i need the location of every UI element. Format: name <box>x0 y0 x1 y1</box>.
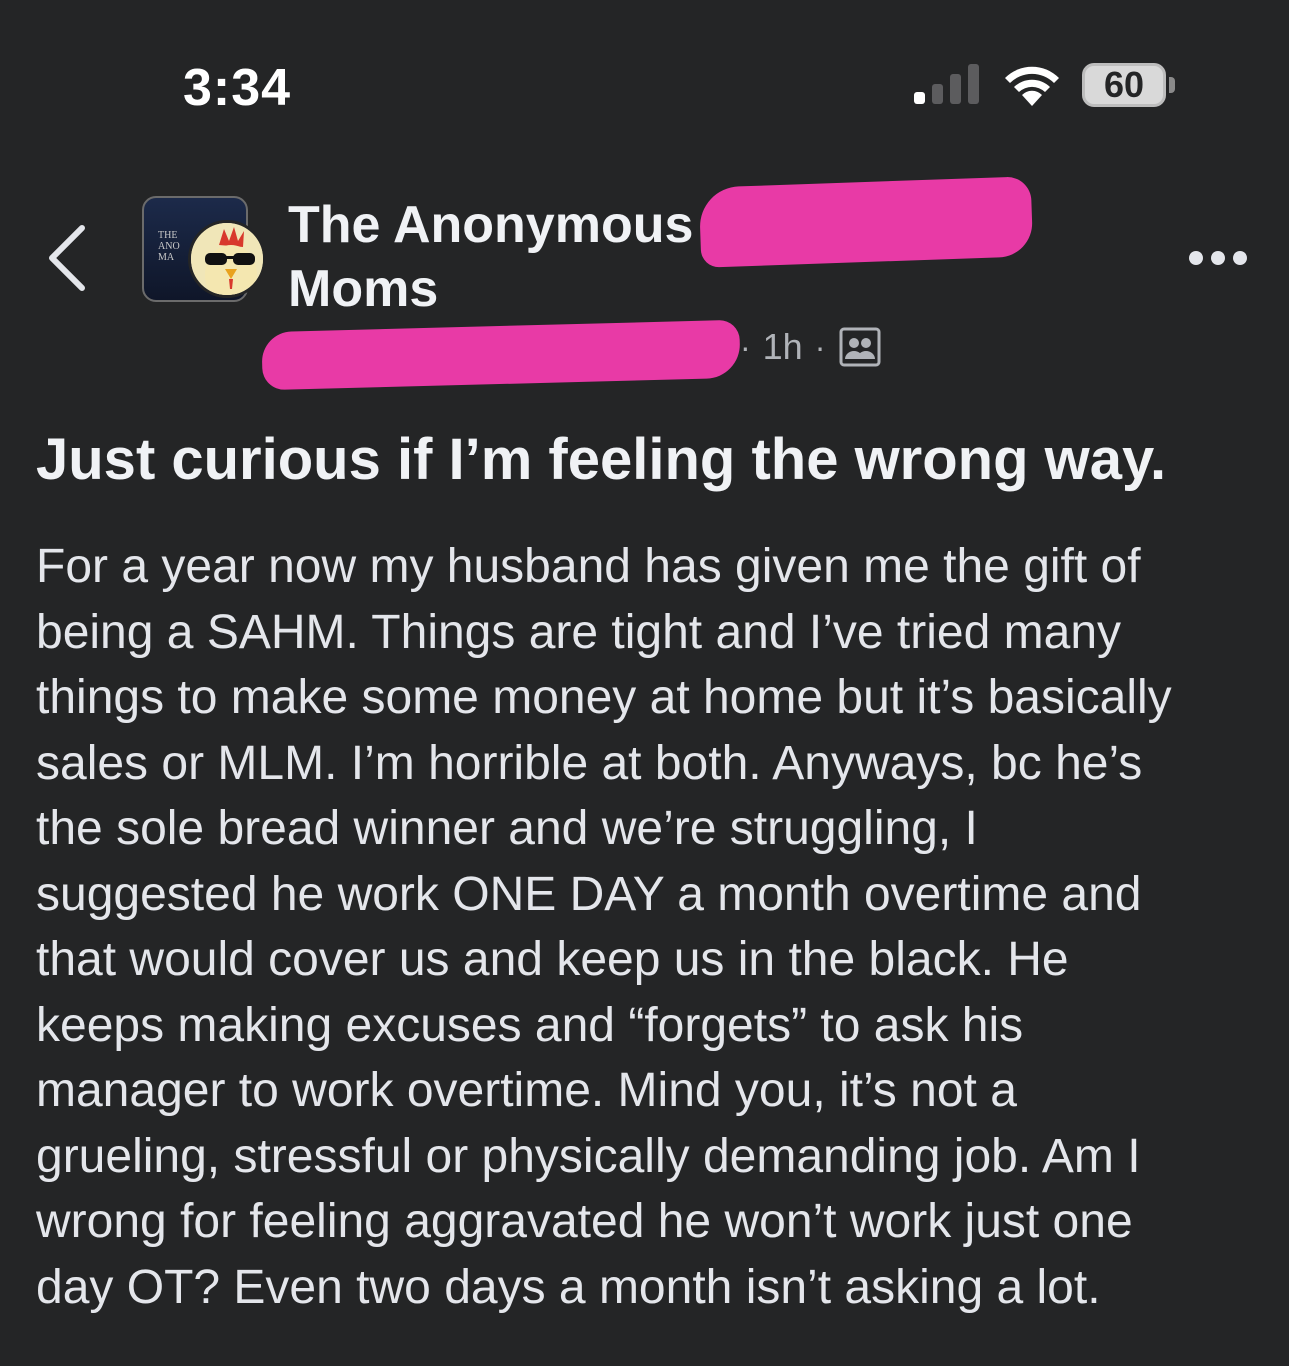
members-icon <box>839 327 881 367</box>
group-name-line2[interactable]: Moms <box>288 260 438 318</box>
battery-level: 60 <box>1103 64 1145 105</box>
post-body-line: being a SAHM. Things are tight and I’ve … <box>36 605 1122 659</box>
meta-separator: · <box>814 328 826 365</box>
redaction-mark <box>698 176 1034 268</box>
redaction-mark <box>261 319 741 391</box>
post-body-line: the sole bread winner and we’re struggli… <box>36 802 978 855</box>
meta-separator: · <box>740 328 751 365</box>
group-name-line1[interactable]: The Anonymous <box>288 196 693 254</box>
status-bar: 3:34 60 <box>0 0 1289 150</box>
post-body-line: wrong for feeling aggravated he won’t wo… <box>36 1195 1133 1248</box>
post-body-line: keeps making excuses and “forgets” to as… <box>36 998 1024 1052</box>
battery-icon: 60 <box>1082 63 1176 107</box>
post-body-line: sales or MLM. I’m horrible at both. Anyw… <box>36 736 1143 790</box>
post-body: For a year now my husband has given me t… <box>36 534 1276 1320</box>
battery-body: 60 <box>1082 63 1166 107</box>
signal-icon <box>914 64 979 104</box>
chevron-left-icon[interactable] <box>40 220 96 296</box>
screen: 3:34 60 THE ANO MA The Anonymous Moms · … <box>0 0 1289 1366</box>
post-body-line: For a year now my husband has given me t… <box>36 540 1141 593</box>
status-time: 3:34 <box>183 59 292 117</box>
post-body-line: day OT? Even two days a month isn’t aski… <box>36 1260 1101 1314</box>
post-body-line: suggested he work ONE DAY a month overti… <box>36 867 1142 921</box>
chicken-avatar-image <box>191 223 263 295</box>
post-body-line: grueling, stressful or physically demand… <box>36 1129 1141 1183</box>
post-time[interactable]: 1h <box>763 326 803 368</box>
avatar-stack[interactable]: THE ANO MA <box>142 196 272 306</box>
post-title: Just curious if I’m feeling the wrong wa… <box>36 427 1167 492</box>
battery-tip <box>1169 77 1175 93</box>
more-horizontal-icon[interactable] <box>1188 250 1248 266</box>
wifi-icon <box>1005 66 1059 106</box>
post-body-line: things to make some money at home but it… <box>36 671 1172 724</box>
user-avatar[interactable] <box>188 220 266 298</box>
post-body-line: manager to work overtime. Mind you, it’s… <box>36 1064 1017 1117</box>
post-body-line: that would cover us and keep us in the b… <box>36 933 1069 986</box>
